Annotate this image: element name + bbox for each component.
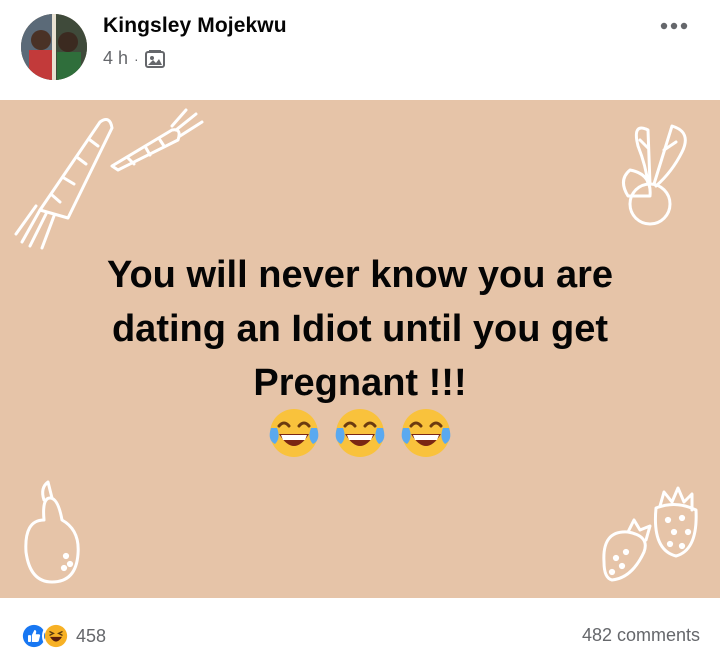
author-avatar[interactable] [21,14,87,80]
laughing-tears-emoji-icon [269,409,319,457]
more-dots-icon [660,22,688,30]
pear-icon [24,480,80,584]
post-footer: 458 482 comments [0,598,720,668]
photo-album-icon[interactable] [144,49,165,68]
post-time[interactable]: 4 h [103,48,128,69]
post-text: You will never know you are dating an Id… [40,248,680,410]
post-meta: 4 h · [103,48,165,69]
post-text-line: dating an Idiot until you get [111,308,609,350]
strawberry-icon [653,486,698,558]
more-options-button[interactable] [656,14,692,38]
post-text-line: You will never know you are [106,254,614,296]
carrot-icon [110,108,204,172]
comments-count[interactable]: 482 comments [582,625,700,646]
author-name[interactable]: Kingsley Mojekwu [103,14,287,38]
avatar-image [21,14,87,80]
post-text-line: Pregnant !!! [253,362,467,404]
carrot-icon [14,118,114,250]
laughing-tears-emoji-icon [335,409,385,457]
haha-icon [42,622,70,650]
laughing-tears-emoji-icon [401,409,451,457]
strawberry-icon [602,518,652,582]
reactions-summary[interactable]: 458 [20,622,106,650]
meta-separator: · [134,50,139,67]
emoji-row [0,406,720,460]
post-header: Kingsley Mojekwu 4 h · [0,0,720,100]
beet-icon [622,124,687,226]
reaction-count: 458 [76,625,107,646]
post-background[interactable]: You will never know you are dating an Id… [0,100,720,598]
